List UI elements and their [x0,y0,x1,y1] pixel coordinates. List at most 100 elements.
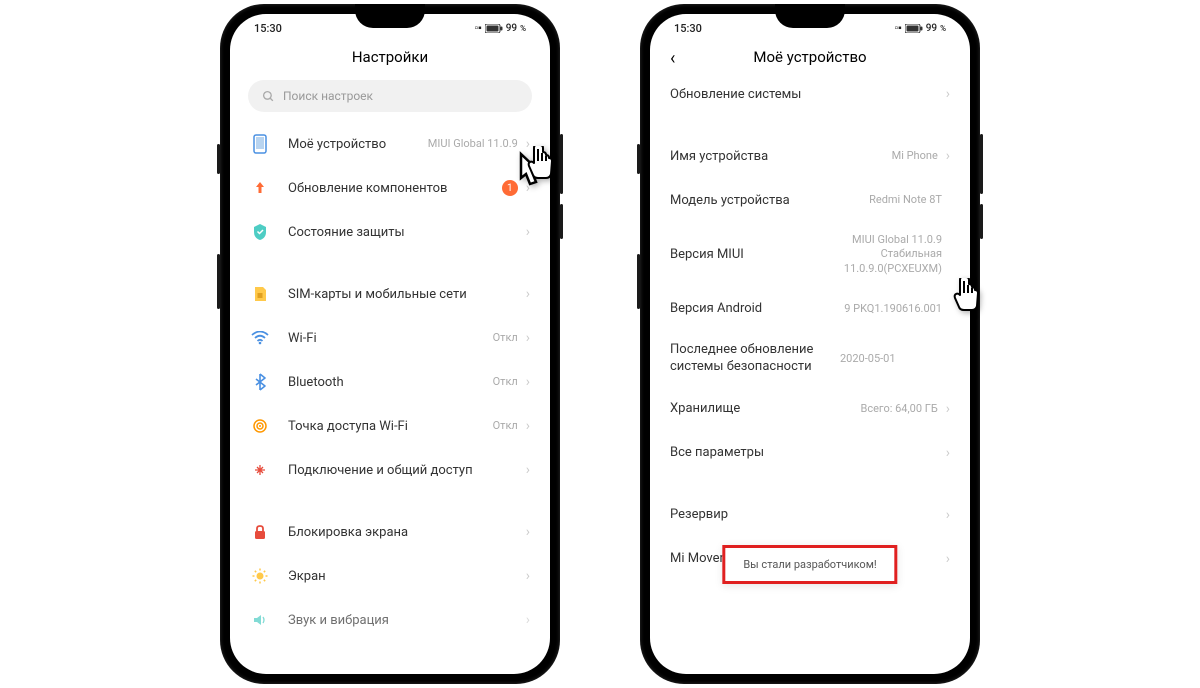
signal-icon: ▫▪ [475,23,482,34]
signal-icon: ▫▪ [895,23,902,34]
item-value: Откл [493,419,518,433]
chevron-right-icon: › [946,148,950,164]
item-wifi[interactable]: Wi-Fi Откл › [230,316,550,360]
battery-percent: 99 [506,23,517,34]
item-system-update[interactable]: Обновление системы › [650,72,970,116]
item-label: Версия Android [670,301,844,316]
item-display[interactable]: Экран › [230,554,550,598]
item-label: Обновление системы [670,87,946,102]
item-label: Все параметры [670,445,946,460]
item-sim[interactable]: SIM-карты и мобильные сети › [230,272,550,316]
status-time: 15:30 [674,22,702,35]
chevron-right-icon: › [526,224,530,240]
chevron-right-icon: › [526,330,530,346]
item-label: Имя устройства [670,149,892,164]
chevron-right-icon: › [526,568,530,584]
status-right: ▫▪ 99% [895,23,946,34]
upload-icon [250,178,270,198]
battery-icon [905,24,923,33]
shield-icon [250,222,270,242]
chevron-right-icon: › [946,551,950,567]
chevron-right-icon: › [946,507,950,523]
chevron-right-icon: › [946,86,950,102]
item-connection-share[interactable]: Подключение и общий доступ › [230,448,550,492]
chevron-right-icon: › [946,401,950,417]
item-label: Bluetooth [288,375,493,390]
item-security-update[interactable]: Последнее обновление системы безопасност… [650,331,970,387]
item-value: 2020-05-01 [840,352,896,366]
lock-icon [250,522,270,542]
item-label: Хранилище [670,401,860,416]
item-label: Блокировка экрана [288,525,526,540]
item-backup[interactable]: Резервир › [650,493,970,537]
chevron-right-icon: › [526,524,530,540]
item-label: Экран [288,569,526,584]
status-bar: 15:30 ▫▪ 99% [650,14,970,42]
item-label: SIM-карты и мобильные сети [288,287,526,302]
item-label: Точка доступа Wi-Fi [288,419,493,434]
item-component-update[interactable]: Обновление компонентов 1 › [230,166,550,210]
item-label: Обновление компонентов [288,181,502,196]
search-placeholder: Поиск настроек [283,89,373,103]
item-lock-screen[interactable]: Блокировка экрана › [230,510,550,554]
phone-left: 15:30 ▫▪ 99% Настройки Поиск настроек Мо… [220,4,560,684]
item-sound[interactable]: Звук и вибрация › [230,598,550,642]
device-list: Обновление системы › Имя устройства Mi P… [650,72,970,581]
item-value: Откл [493,375,518,389]
chevron-right-icon: › [526,612,530,628]
item-label: Звук и вибрация [288,613,526,628]
search-input[interactable]: Поиск настроек [248,80,532,112]
cursor-icon [932,278,982,333]
chevron-right-icon: › [526,418,530,434]
item-all-specs[interactable]: Все параметры › [650,431,970,475]
item-my-device[interactable]: Моё устройство MIUI Global 11.0.9 › [230,122,550,166]
item-miui-version[interactable]: Версия MIUI MIUI Global 11.0.9 Стабильна… [650,222,970,287]
sim-icon [250,284,270,304]
item-storage[interactable]: Хранилище Всего: 64,00 ГБ › [650,387,970,431]
item-label: Подключение и общий доступ [288,463,526,478]
item-value: Mi Phone [892,149,938,163]
page-title: ‹ Моё устройство [650,42,970,72]
item-bluetooth[interactable]: Bluetooth Откл › [230,360,550,404]
item-label: Резервир [670,507,946,522]
item-value: MIUI Global 11.0.9 [428,137,518,151]
status-bar: 15:30 ▫▪ 99% [230,14,550,42]
item-label: Версия MIUI [670,247,844,262]
search-icon [262,90,275,103]
sound-icon [250,610,270,630]
status-time: 15:30 [254,22,282,35]
item-value: Откл [493,331,518,345]
item-label: Моё устройство [288,137,428,152]
screen-right: 15:30 ▫▪ 99% ‹ Моё устройство Обновление… [650,14,970,674]
chevron-right-icon: › [526,286,530,302]
item-android-version[interactable]: Версия Android 9 PKQ1.190616.001 [650,287,970,331]
bluetooth-icon [250,372,270,392]
item-hotspot[interactable]: Точка доступа Wi-Fi Откл › [230,404,550,448]
chevron-right-icon: › [526,462,530,478]
status-right: ▫▪ 99% [475,23,526,34]
chevron-right-icon: › [946,445,950,461]
developer-toast: Вы стали разработчиком! [722,545,897,584]
page-title: Настройки [230,42,550,72]
settings-list: Моё устройство MIUI Global 11.0.9 › Обно… [230,122,550,642]
item-value: Redmi Note 8T [869,193,942,207]
item-label: Последнее обновление системы безопасност… [670,342,840,376]
item-label: Модель устройства [670,193,869,208]
screen-left: 15:30 ▫▪ 99% Настройки Поиск настроек Мо… [230,14,550,674]
wifi-icon [250,328,270,348]
item-security-status[interactable]: Состояние защиты › [230,210,550,254]
brightness-icon [250,566,270,586]
back-button[interactable]: ‹ [670,48,675,69]
item-value: Всего: 64,00 ГБ [860,402,937,416]
battery-icon [485,24,503,33]
item-label: Wi-Fi [288,331,493,346]
chevron-right-icon: › [526,374,530,390]
share-icon [250,460,270,480]
phone-right: 15:30 ▫▪ 99% ‹ Моё устройство Обновление… [640,4,980,684]
hotspot-icon [250,416,270,436]
item-value: MIUI Global 11.0.9 Стабильная 11.0.9.0(P… [844,233,942,276]
item-value: 9 PKQ1.190616.001 [844,302,942,316]
item-device-name[interactable]: Имя устройства Mi Phone › [650,134,970,178]
phone-icon [250,134,270,154]
item-device-model[interactable]: Модель устройства Redmi Note 8T [650,178,970,222]
